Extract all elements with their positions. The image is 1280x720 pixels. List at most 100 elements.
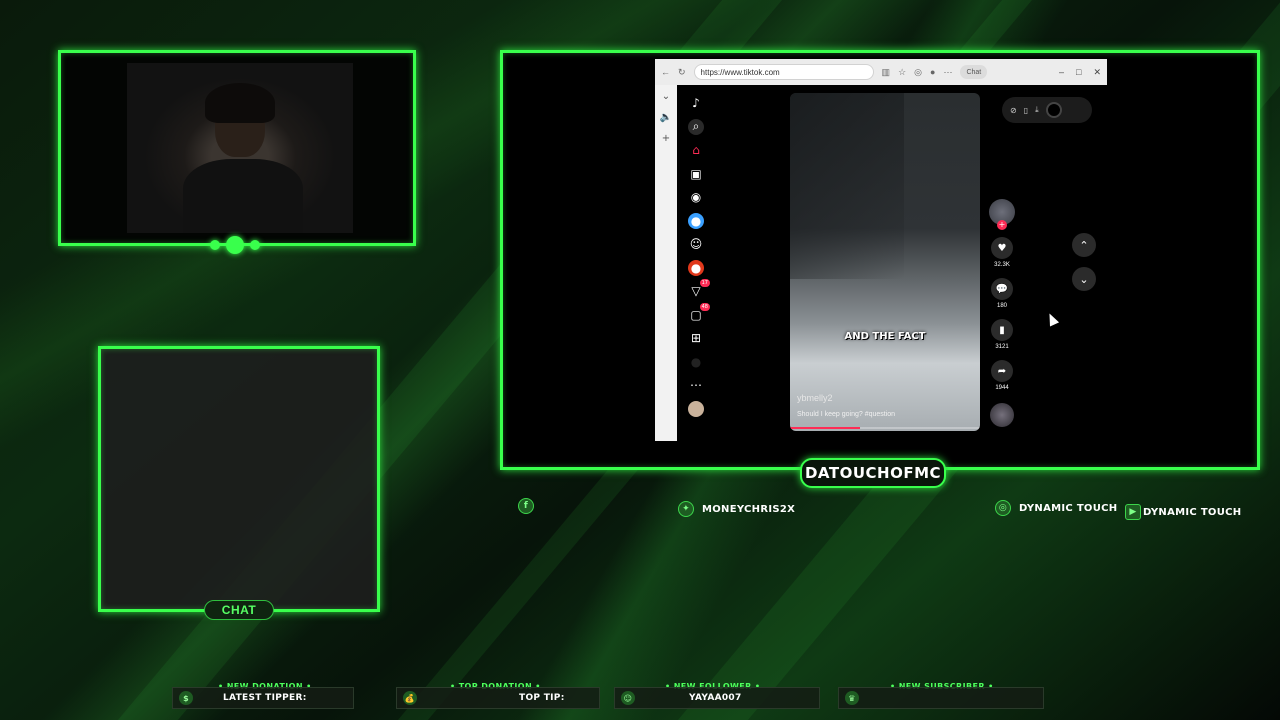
new-tab-icon[interactable]: + [662,133,670,144]
social-handle: DYNAMIC TOUCH [1019,502,1118,514]
mini-player-icon[interactable]: ▯ [1024,106,1028,115]
share-icon[interactable]: ➦ [991,360,1013,382]
chat-frame [98,346,380,612]
activity-icon[interactable]: ▢ 48 [688,302,710,323]
social-handle: DYNAMIC TOUCH [1143,506,1242,518]
video-username[interactable]: ybmelly2 [797,393,833,403]
webcam-person-body [183,159,303,233]
browser-window: ← ↻ https://www.tiktok.com ▥ ☆ ◎ ● ⋯ Cha… [655,59,1107,441]
creator-avatar[interactable]: + [989,199,1015,230]
follow-plus-icon[interactable]: + [997,220,1007,230]
profile-icon[interactable]: ● [930,67,935,77]
social-facebook: f [518,498,542,514]
donation-icon: $ [179,691,193,705]
reader-icon[interactable]: ▥ [882,67,891,78]
money-bag-icon: 💰 [403,691,417,705]
alert-text: LATEST TIPPER: [223,693,307,703]
extensions-icon[interactable]: ◎ [914,67,922,78]
webcam-frame [58,50,416,246]
inbox-badge: 17 [699,279,710,287]
alert-new-follower: ☺ YAYAA007 [614,686,820,710]
twitter-icon: ✦ [678,501,694,517]
tiktok-logo-icon[interactable]: ♪ [688,95,704,111]
video-description[interactable]: Should I keep going? #question [797,411,895,418]
dot [210,240,220,250]
close-icon[interactable]: ✕ [1093,67,1101,78]
chevron-up-icon[interactable]: ⌃ [1072,233,1096,257]
chevron-down-icon[interactable]: ⌄ [1072,267,1096,291]
video-frame [790,93,904,279]
explore-icon[interactable]: ◉ [688,189,704,205]
alert-new-donation: $ LATEST TIPPER: [172,686,354,710]
window-controls: – □ ✕ [1059,67,1101,78]
alert-text: YAYAA007 [689,693,742,703]
music-disc-icon[interactable] [990,403,1014,427]
video-actions: + ♥ 32.3K 💬 180 ▮ 3121 ➦ 1944 [988,199,1016,427]
alert-panel: ♛ [838,687,1044,709]
facebook-icon: f [518,498,534,514]
inbox-icon[interactable]: ▽ 17 [688,279,710,299]
channel-name-plate: DATOUCHOFMC [800,458,946,488]
more-icon[interactable]: ⋯ [943,67,952,78]
home-icon[interactable]: ⌂ [688,142,704,158]
like-count: 32.3K [994,262,1010,268]
comment-count: 180 [996,303,1007,309]
alert-top-donation: 💰 TOP TIP: [396,686,600,710]
crown-icon: ♛ [845,691,859,705]
alert-panel: $ LATEST TIPPER: [172,687,354,709]
webcam-dots [210,236,260,254]
video-player[interactable]: AND THE FACT ybmelly2 Should I keep goin… [790,93,980,431]
maximize-icon[interactable]: □ [1076,67,1081,78]
video-progress-bar[interactable] [790,427,980,429]
chat-label: CHAT [204,600,274,620]
address-bar[interactable]: https://www.tiktok.com [693,64,874,80]
like-icon[interactable]: ♥ [991,237,1013,259]
alert-panel: 💰 TOP TIP: [396,687,600,709]
video-progress-fill [790,427,861,429]
more-icon[interactable]: ⋯ [688,377,704,393]
video-top-controls: ⊘ ▯ ⤓ [1002,97,1092,123]
tiktok-sidebar: ♪ ⌕ ⌂ ▣ ◉ ● ☺ ● ▽ 17 ▢ 48 ⊞ ● ⋯ [677,85,715,441]
search-icon[interactable]: ⌕ [688,118,704,135]
copilot-chat-button[interactable]: Chat [960,65,988,79]
comment-icon[interactable]: 💬 [991,278,1013,300]
social-handle: MONEYCHRIS2X [702,503,796,515]
upload-icon[interactable]: ⊞ [688,330,704,346]
video-caption: AND THE FACT [844,331,926,342]
activity-badge: 48 [699,302,710,311]
alert-new-subscriber: ♛ [838,686,1044,710]
chevron-down-icon[interactable]: ⌄ [662,91,670,102]
shop-icon[interactable]: ▣ [688,166,704,182]
social-youtube: ▶ DYNAMIC TOUCH [1125,504,1241,520]
refresh-icon[interactable]: ↻ [678,67,686,78]
user-avatar-icon[interactable] [688,400,704,417]
social-twitter: ✦ MONEYCHRIS2X [678,501,795,517]
back-icon[interactable]: ← [661,67,670,77]
minimize-icon[interactable]: – [1059,67,1064,78]
share-count: 1944 [995,385,1009,391]
webcam-feed [127,63,353,233]
social-instagram: ◎ DYNAMIC TOUCH [995,500,1117,516]
browser-side-rail: ⌄ 🔈 + [655,85,677,441]
browser-titlebar: ← ↻ https://www.tiktok.com ▥ ☆ ◎ ● ⋯ Cha… [655,59,1107,85]
dot [250,240,260,250]
live-icon[interactable]: ● [688,212,704,229]
following-icon[interactable]: ☺ [688,236,704,252]
bookmark-icon[interactable]: ▮ [991,319,1013,341]
user-icon: ☺ [621,691,635,705]
instagram-icon: ◎ [995,500,1011,516]
dot [226,236,244,254]
toggle-icon[interactable] [1045,102,1062,118]
download-icon[interactable]: ⤓ [1035,105,1039,115]
webcam-person-hair [205,83,275,123]
url-text: https://www.tiktok.com [700,67,780,77]
captions-icon[interactable]: ⊘ [1010,106,1017,115]
more-faded-icon: ● [690,354,702,369]
youtube-icon: ▶ [1125,504,1141,520]
favorite-icon[interactable]: ☆ [898,67,906,78]
profile-avatar-icon[interactable]: ● [688,259,704,276]
save-count: 3121 [995,344,1009,350]
alert-panel: ☺ YAYAA007 [614,687,820,709]
tab-audio-icon[interactable]: 🔈 [660,112,672,123]
alert-text: TOP TIP: [519,693,565,703]
